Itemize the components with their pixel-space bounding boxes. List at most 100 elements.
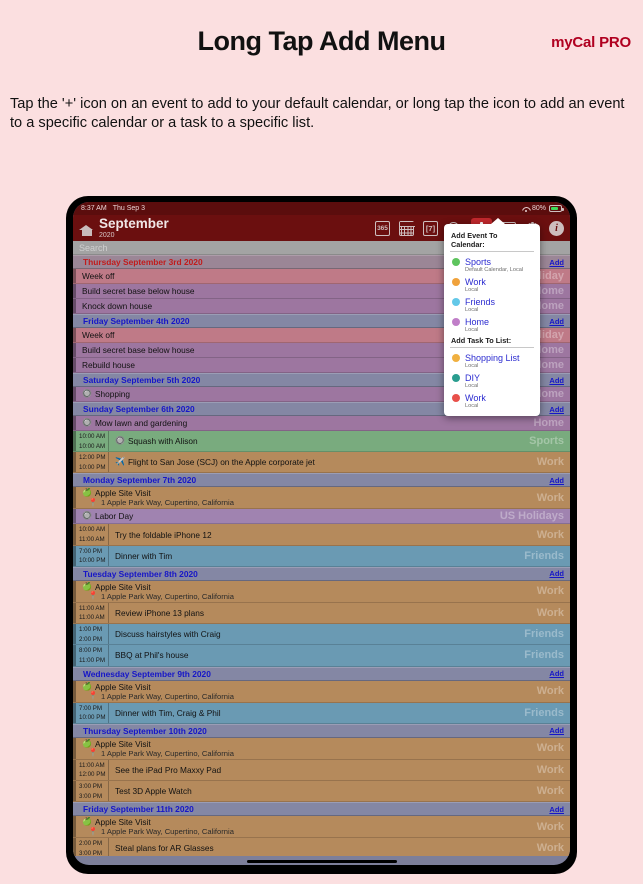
popup-list-item[interactable]: Work xyxy=(444,390,540,403)
event-end-time: 10:00 PM xyxy=(79,714,106,722)
event-times: 12:00 PM 10:00 PM xyxy=(76,452,109,473)
location-pin-icon: 📍 xyxy=(88,826,98,836)
add-link[interactable]: Add xyxy=(549,669,564,678)
event-location: 1 Apple Park Way, Cupertino, California xyxy=(100,827,234,837)
agenda-date-header[interactable]: Wednesday September 9th 2020 Add xyxy=(73,666,570,681)
info-icon[interactable]: i xyxy=(549,220,564,236)
event-title: Apple Site Visit xyxy=(94,817,151,828)
agenda-event-row[interactable]: 🍏 Apple Site Visit 📍 1 Apple Park Way, Cupe… xyxy=(73,487,570,510)
agenda-event-row[interactable]: 1:00 PM 2:00 PM Discuss hairstyles with Cr… xyxy=(73,624,570,646)
agenda-event-row[interactable]: 10:00 AM 11:00 AM Try the foldable iPhone … xyxy=(73,524,570,546)
add-link[interactable]: Add xyxy=(549,805,564,814)
event-title: Apple Site Visit xyxy=(94,488,151,499)
popup-item-sublabel: Local xyxy=(465,363,479,369)
event-times: 3:00 PM 3:00 PM xyxy=(76,780,109,802)
popup-list-item[interactable]: DIY xyxy=(444,370,540,383)
popup-item-sublabel: Local xyxy=(465,307,479,313)
date-label: Saturday September 5th 2020 xyxy=(83,375,201,385)
event-title: Apple Site Visit xyxy=(94,738,151,749)
popup-list-item[interactable]: Shopping List xyxy=(444,350,540,363)
agenda-event-row[interactable]: 7:00 PM 10:00 PM Dinner with Tim, Craig & … xyxy=(73,702,570,724)
agenda-event-row[interactable]: 🍏 Apple Site Visit 📍 1 Apple Park Way, Cupe… xyxy=(73,737,570,760)
event-start-time: 11:00 AM xyxy=(79,604,105,612)
popup-calendar-item[interactable]: Friends xyxy=(444,294,540,307)
month-view-icon[interactable] xyxy=(399,220,415,236)
event-start-time: 10:00 AM xyxy=(79,433,106,440)
event-body: 🔘 Labor Day xyxy=(76,509,570,523)
event-body: 🍏 Apple Site Visit 📍 1 Apple Park Way, Cupe… xyxy=(76,487,570,508)
agenda-event-row[interactable]: 🍏 Apple Site Visit 📍 1 Apple Park Way, Cupe… xyxy=(73,816,570,839)
event-emoji-icon: 🍏 xyxy=(82,681,92,691)
event-emoji-icon: ✈️ xyxy=(115,457,125,467)
event-times: 8:00 PM 11:00 PM xyxy=(76,645,109,666)
agenda-event-row[interactable]: 12:00 PM 10:00 PM ✈️ Flight to San Jose (SC… xyxy=(73,452,570,474)
event-end-time: 10:00 AM xyxy=(79,442,106,450)
add-link[interactable]: Add xyxy=(549,317,564,326)
agenda-event-row[interactable]: 2:00 PM 3:00 PM Steal plans for AR Glasses… xyxy=(73,838,570,856)
add-link[interactable]: Add xyxy=(549,726,564,735)
event-body: 🍏 Apple Site Visit 📍 1 Apple Park Way, Cupe… xyxy=(76,581,570,602)
event-title: Flight to San Jose (SCJ) on the Apple co… xyxy=(127,457,315,468)
agenda-event-row[interactable]: 🍏 Apple Site Visit 📍 1 Apple Park Way, Cupe… xyxy=(73,580,570,603)
event-body: 🍏 Apple Site Visit 📍 1 Apple Park Way, Cupe… xyxy=(76,681,570,702)
agenda-event-row[interactable]: 🍏 Apple Site Visit 📍 1 Apple Park Way, Cupe… xyxy=(73,680,570,703)
popup-calendar-options[interactable]: Sports Default Calendar, Local Work Local Fr… xyxy=(444,254,540,334)
popup-calendar-item[interactable]: Sports xyxy=(444,254,540,267)
event-body: 🍏 Apple Site Visit 📍 1 Apple Park Way, Cupe… xyxy=(76,738,570,759)
date-label: Sunday September 6th 2020 xyxy=(83,404,195,414)
add-link[interactable]: Add xyxy=(549,569,564,578)
event-body: Test 3D Apple Watch xyxy=(109,781,570,801)
event-title: Squash with Alison xyxy=(127,436,198,447)
location-pin-icon: 📍 xyxy=(88,748,98,758)
event-times: 11:00 AM 11:00 AM xyxy=(76,602,109,624)
popup-calendar-item[interactable]: Home xyxy=(444,314,540,327)
agenda-event-row[interactable]: 10:00 AM 10:00 AM 🔘 Squash with Alison Sport… xyxy=(73,431,570,453)
event-body: See the iPad Pro Maxxy Pad xyxy=(109,760,570,780)
date-label: Tuesday September 8th 2020 xyxy=(83,568,198,579)
year-label: 2020 xyxy=(99,231,115,239)
agenda-event-row[interactable]: 7:00 PM 10:00 PM Dinner with Tim Friends xyxy=(73,545,570,567)
event-times: 2:00 PM 3:00 PM xyxy=(76,838,109,856)
event-title: Apple Site Visit xyxy=(94,581,151,592)
agenda-event-row[interactable]: 11:00 AM 12:00 PM See the iPad Pro Maxxy P… xyxy=(73,759,570,781)
agenda-event-row[interactable]: 11:00 AM 11:00 AM Review iPhone 13 plans Wo… xyxy=(73,602,570,625)
date-label: Friday September 11th 2020 xyxy=(83,804,194,815)
popup-item-label: Sports xyxy=(465,257,492,267)
home-icon[interactable] xyxy=(79,221,94,236)
event-location: 1 Apple Park Way, Cupertino, California xyxy=(100,748,234,758)
agenda-date-header[interactable]: Thursday September 10th 2020 Add xyxy=(73,723,570,738)
week-view-icon[interactable]: [7] xyxy=(423,220,438,236)
event-title: Week off xyxy=(82,271,115,281)
event-emoji-icon: 🍏 xyxy=(82,581,92,591)
event-end-time: 11:00 PM xyxy=(79,656,106,664)
event-title: Steal plans for AR Glasses xyxy=(115,843,214,854)
add-link[interactable]: Add xyxy=(549,258,564,267)
agenda-date-header[interactable]: Friday September 11th 2020 Add xyxy=(73,802,570,817)
event-end-time: 11:00 AM xyxy=(79,614,105,622)
popup-item-label: DIY xyxy=(465,373,481,383)
event-start-time: 10:00 AM xyxy=(79,526,106,534)
event-body: Dinner with Tim xyxy=(109,546,570,566)
agenda-event-row[interactable]: 🔘 Labor Day US Holidays xyxy=(73,509,570,525)
agenda-event-row[interactable]: 3:00 PM 3:00 PM Test 3D Apple Watch Work xyxy=(73,780,570,803)
add-link[interactable]: Add xyxy=(549,405,564,414)
event-start-time: 12:00 PM xyxy=(79,454,106,462)
popup-list-options[interactable]: Shopping List Local DIY Local Work Local xyxy=(444,350,540,410)
agenda-date-header[interactable]: Monday September 7th 2020 Add xyxy=(73,473,570,488)
add-menu-popup[interactable]: Add Event To Calendar: Sports Default Cal… xyxy=(444,218,540,416)
add-link[interactable]: Add xyxy=(549,376,564,385)
color-dot-icon xyxy=(452,318,460,326)
event-title: Shopping xyxy=(94,389,131,399)
event-end-time: 3:00 PM xyxy=(79,792,103,800)
popup-item-label: Work xyxy=(465,393,486,403)
event-title: Try the foldable iPhone 12 xyxy=(115,529,212,540)
agenda-event-row[interactable]: 8:00 PM 11:00 PM BBQ at Phil's house Friend… xyxy=(73,645,570,667)
agenda-date-header[interactable]: Tuesday September 8th 2020 Add xyxy=(73,566,570,581)
agenda-event-row[interactable]: 🔘 Mow lawn and gardening Home xyxy=(73,416,570,431)
add-link[interactable]: Add xyxy=(549,476,564,485)
year-view-icon[interactable]: 365 xyxy=(375,220,390,236)
popup-calendar-item[interactable]: Work xyxy=(444,274,540,287)
popup-item-sublabel: Local xyxy=(465,383,479,389)
event-times: 7:00 PM 10:00 PM xyxy=(76,545,109,566)
search-input[interactable]: Search xyxy=(79,243,108,253)
